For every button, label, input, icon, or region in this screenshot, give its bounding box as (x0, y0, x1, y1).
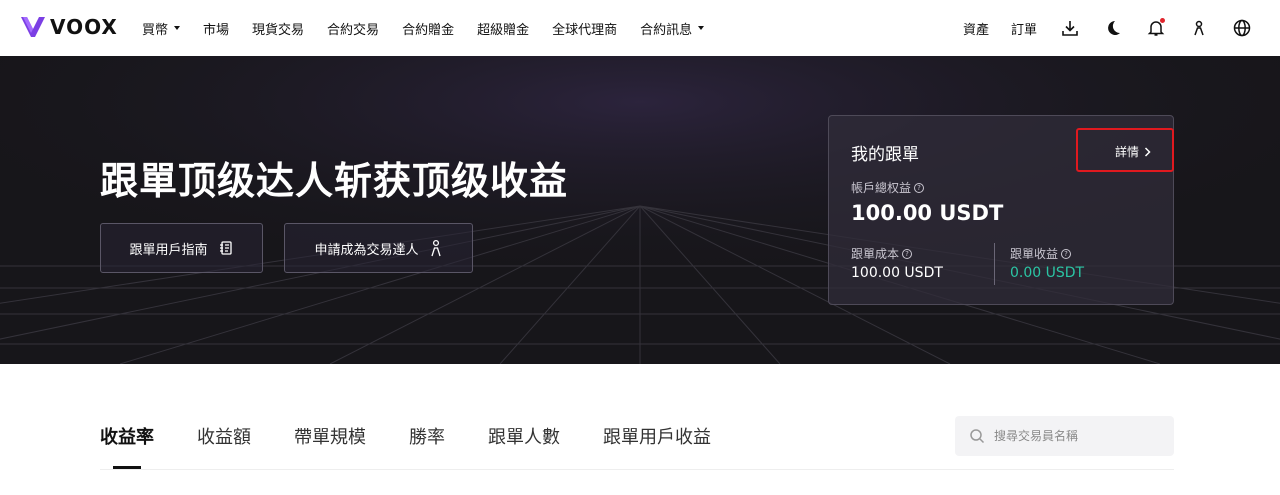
tab-win-rate[interactable]: 勝率 (409, 423, 445, 449)
copy-cost-value: 100.00 USDT (851, 265, 943, 281)
nav-item-futures-info[interactable]: 合約訊息 (640, 19, 705, 38)
brand-logo[interactable]: VOOX (20, 15, 118, 39)
nav-item-label: 合約訊息 (640, 22, 693, 38)
apply-button-label: 申請成為交易達人 (314, 242, 419, 258)
copy-trade-guide-button[interactable]: 跟單用戶指南 (100, 223, 263, 273)
tab-follower-profit[interactable]: 跟單用戶收益 (603, 423, 711, 449)
person-icon (430, 239, 441, 257)
download-icon[interactable] (1060, 18, 1080, 38)
copy-profit-label-text: 跟單收益 (1010, 247, 1059, 261)
apply-trader-button[interactable]: 申請成為交易達人 (284, 223, 473, 273)
globe-icon[interactable] (1232, 18, 1252, 38)
voox-logo-icon (21, 17, 45, 37)
search-input[interactable] (994, 429, 1164, 443)
moon-icon[interactable] (1103, 18, 1123, 38)
guide-button-label: 跟單用戶指南 (129, 242, 208, 258)
nav-item-buy-crypto[interactable]: 買幣 (142, 19, 181, 38)
tab-followers[interactable]: 跟單人數 (488, 423, 560, 449)
total-equity-label-text: 帳戶總权益 (851, 181, 912, 195)
details-link-label: 詳情 (1115, 145, 1140, 159)
nav-item-market[interactable]: 市場 (203, 19, 229, 38)
nav-assets-link[interactable]: 資產 (963, 19, 989, 38)
chevron-right-icon (1144, 146, 1151, 157)
tab-yield-rate[interactable]: 收益率 (100, 423, 154, 449)
nav-item-futures[interactable]: 合約交易 (327, 19, 379, 38)
user-icon[interactable] (1189, 18, 1209, 38)
nav-right: 資產 訂單 (941, 0, 1252, 56)
hero-title: 跟單顶级达人斩获顶级收益 (100, 159, 569, 203)
nav-item-spot[interactable]: 現貨交易 (252, 19, 304, 38)
nav-item-label: 合約贈金 (402, 22, 455, 38)
nav-orders-link[interactable]: 訂單 (1011, 19, 1037, 38)
bell-icon[interactable] (1146, 18, 1166, 38)
nav-item-super-bonus[interactable]: 超級贈金 (477, 19, 529, 38)
nav-item-label: 超級贈金 (477, 22, 530, 38)
chevron-down-icon (174, 26, 181, 30)
nav-item-label: 全球代理商 (552, 22, 618, 38)
ranking-tabs: 收益率 收益額 帶單規模 勝率 跟單人數 跟單用戶收益 (100, 423, 754, 449)
hero-banner: 跟單顶级达人斩获顶级收益 跟單用戶指南 申請成為交易達人 我的跟單 詳情 帳戶總… (0, 56, 1280, 364)
nav-item-futures-bonus[interactable]: 合約贈金 (402, 19, 454, 38)
my-copy-trading-card: 我的跟單 詳情 帳戶總权益 ? 100.00 USDT 跟單成本 ? 100.0… (828, 115, 1174, 305)
notification-dot (1160, 18, 1165, 23)
copy-cost-label: 跟單成本 ? (851, 245, 913, 262)
nav-item-label: 買幣 (142, 22, 169, 38)
copy-profit-value: 0.00 USDT (1010, 265, 1085, 281)
details-link[interactable]: 詳情 (1115, 143, 1151, 160)
help-icon[interactable]: ? (914, 182, 925, 193)
help-icon[interactable]: ? (1061, 248, 1072, 259)
card-divider (994, 243, 995, 285)
tab-profit-amount[interactable]: 收益額 (197, 423, 251, 449)
tabs-divider (100, 469, 1174, 470)
search-icon (970, 429, 985, 444)
nav-item-label: 現貨交易 (252, 22, 305, 38)
total-equity-value: 100.00 USDT (851, 201, 1004, 225)
active-tab-indicator (113, 466, 141, 469)
nav-item-global-agents[interactable]: 全球代理商 (552, 19, 617, 38)
copy-profit-label: 跟單收益 ? (1010, 245, 1072, 262)
tab-aum[interactable]: 帶單規模 (294, 423, 366, 449)
trader-search (955, 416, 1174, 456)
card-title: 我的跟單 (851, 145, 919, 165)
chevron-down-icon (698, 26, 705, 30)
help-icon[interactable]: ? (902, 248, 913, 259)
copy-cost-label-text: 跟單成本 (851, 247, 900, 261)
document-icon (219, 241, 232, 255)
nav-menu: 買幣 市場 現貨交易 合約交易 合約贈金 超級贈金 全球代理商 合約訊息 (142, 0, 727, 56)
top-nav: VOOX 買幣 市場 現貨交易 合約交易 合約贈金 超級贈金 全球代理商 合約訊… (0, 0, 1280, 56)
brand-name: VOOX (50, 15, 118, 39)
nav-item-label: 合約交易 (327, 22, 380, 38)
nav-item-label: 市場 (203, 22, 230, 38)
total-equity-label: 帳戶總权益 ? (851, 179, 925, 196)
